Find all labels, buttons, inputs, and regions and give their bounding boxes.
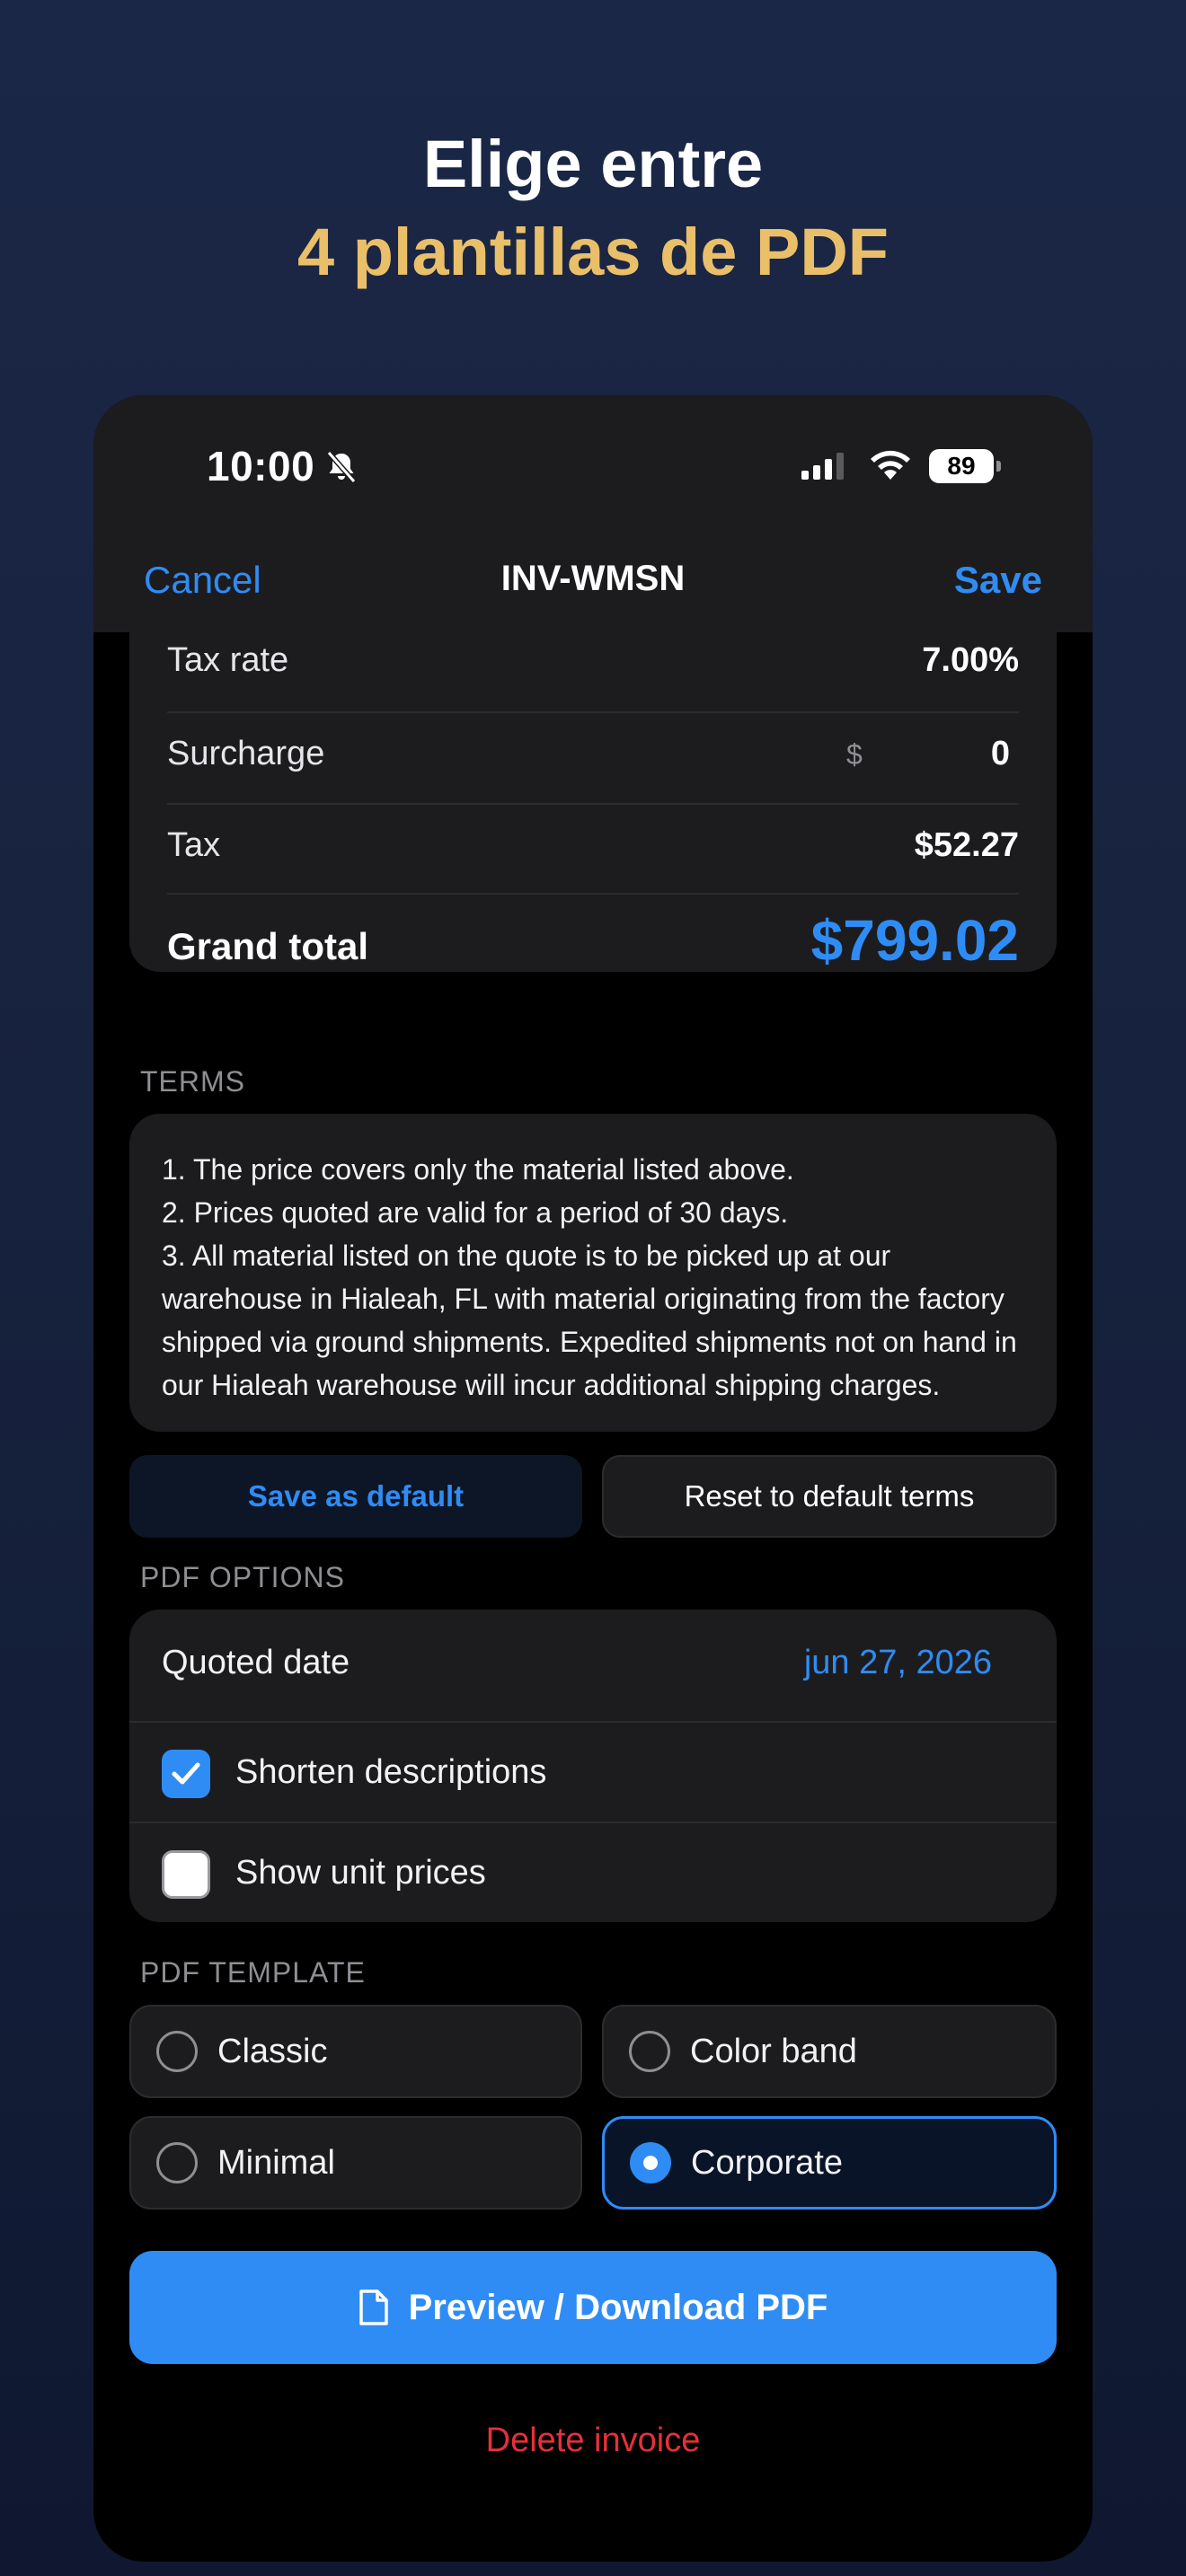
show-unit-prices-label[interactable]: Show unit prices <box>235 1854 486 1892</box>
terms-section-label: TERMS <box>140 1065 245 1098</box>
shorten-descriptions-label[interactable]: Shorten descriptions <box>235 1753 546 1792</box>
preview-download-pdf-button[interactable]: Preview / Download PDF <box>129 2251 1057 2364</box>
document-icon <box>358 2289 388 2325</box>
grand-total-label: Grand total <box>167 925 369 967</box>
save-button[interactable]: Save <box>954 559 1042 602</box>
template-label: Color band <box>690 2032 857 2070</box>
checkmark-icon <box>172 1762 200 1785</box>
terms-line-1: 1. The price covers only the material li… <box>162 1153 794 1186</box>
battery-icon: 89 <box>929 449 1001 483</box>
totals-card: Tax rate 7.00% Surcharge $ 0 Tax $52.27 … <box>129 620 1057 973</box>
template-option-classic[interactable]: Classic <box>129 2005 582 2098</box>
delete-invoice-button[interactable]: Delete invoice <box>93 2422 1093 2460</box>
bell-slash-icon <box>326 451 357 483</box>
status-time: 10:00 <box>207 443 315 490</box>
tax-label: Tax <box>167 826 221 864</box>
template-option-corporate[interactable]: Corporate <box>602 2116 1057 2210</box>
phone-screen: 10:00 89 Cancel INV-WMSN Save Tax rate 7… <box>93 395 1093 2562</box>
nav-title: INV-WMSN <box>500 559 686 598</box>
template-option-color-band[interactable]: Color band <box>602 2005 1057 2098</box>
radio-icon <box>156 2031 198 2072</box>
cellular-signal-icon <box>801 453 844 480</box>
terms-line-2: 2. Prices quoted are valid for a period … <box>162 1196 789 1229</box>
radio-icon <box>156 2142 198 2183</box>
surcharge-currency: $ <box>846 738 863 771</box>
template-option-minimal[interactable]: Minimal <box>129 2116 582 2210</box>
pdf-options-card: Quoted date jun 27, 2026 Shorten descrip… <box>129 1610 1057 1922</box>
template-label: Classic <box>217 2032 328 2070</box>
tax-rate-field[interactable]: 7.00% <box>922 641 1019 680</box>
reset-default-terms-button[interactable]: Reset to default terms <box>602 1455 1057 1538</box>
pdf-options-section-label: PDF OPTIONS <box>140 1561 345 1593</box>
template-label: Corporate <box>691 2143 843 2182</box>
radio-selected-icon <box>630 2142 671 2183</box>
headline-line-2: 4 plantillas de PDF <box>297 215 889 289</box>
show-unit-prices-checkbox[interactable] <box>162 1850 210 1899</box>
pdf-template-section-label: PDF TEMPLATE <box>140 1956 366 1989</box>
save-as-default-button[interactable]: Save as default <box>129 1455 582 1538</box>
terms-text-area[interactable]: 1. The price covers only the material li… <box>129 1114 1057 1432</box>
terms-line-3: 3. All material listed on the quote is t… <box>162 1239 1017 1401</box>
grand-total-value: $799.02 <box>810 908 1019 973</box>
tax-value: $52.27 <box>914 826 1019 864</box>
radio-icon <box>629 2031 670 2072</box>
wifi-icon <box>871 450 910 480</box>
quoted-date-picker[interactable]: jun 27, 2026 <box>804 1644 992 1682</box>
quoted-date-label: Quoted date <box>162 1644 350 1681</box>
surcharge-label: Surcharge <box>167 735 325 772</box>
preview-download-label: Preview / Download PDF <box>408 2287 828 2327</box>
shorten-descriptions-checkbox[interactable] <box>162 1750 210 1798</box>
surcharge-field[interactable]: 0 <box>991 735 1010 773</box>
template-label: Minimal <box>217 2143 335 2182</box>
headline-line-1: Elige entre <box>422 127 764 201</box>
battery-level: 89 <box>929 449 994 483</box>
tax-rate-label: Tax rate <box>167 641 289 679</box>
top-bar: 10:00 89 Cancel INV-WMSN Save <box>93 395 1093 632</box>
